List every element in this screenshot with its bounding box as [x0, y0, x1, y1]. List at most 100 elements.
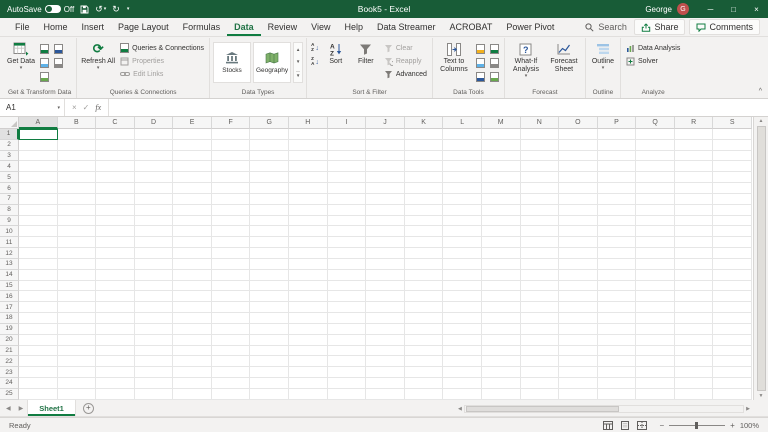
cell-N18[interactable]: [521, 313, 560, 324]
data-validation-button[interactable]: [488, 42, 501, 55]
cell-R7[interactable]: [675, 194, 714, 205]
cell-K18[interactable]: [405, 313, 444, 324]
cell-S10[interactable]: [713, 226, 752, 237]
tab-view[interactable]: View: [304, 18, 337, 36]
cell-H21[interactable]: [289, 346, 328, 357]
cell-F18[interactable]: [212, 313, 251, 324]
cell-S4[interactable]: [713, 161, 752, 172]
cell-R12[interactable]: [675, 248, 714, 259]
cell-D16[interactable]: [135, 291, 174, 302]
cell-L23[interactable]: [443, 367, 482, 378]
cell-H23[interactable]: [289, 367, 328, 378]
cell-L9[interactable]: [443, 216, 482, 227]
cell-F15[interactable]: [212, 281, 251, 292]
cell-N6[interactable]: [521, 183, 560, 194]
cell-F1[interactable]: [212, 129, 251, 140]
cell-C17[interactable]: [96, 302, 135, 313]
cell-F25[interactable]: [212, 389, 251, 400]
cell-E20[interactable]: [173, 335, 212, 346]
cell-E6[interactable]: [173, 183, 212, 194]
cell-S21[interactable]: [713, 346, 752, 357]
cell-B23[interactable]: [58, 367, 97, 378]
cell-Q23[interactable]: [636, 367, 675, 378]
cell-O7[interactable]: [559, 194, 598, 205]
cell-B5[interactable]: [58, 172, 97, 183]
sort-descending-button[interactable]: ZA↓: [310, 56, 320, 68]
cell-M9[interactable]: [482, 216, 521, 227]
cell-J4[interactable]: [366, 161, 405, 172]
cell-K13[interactable]: [405, 259, 444, 270]
cell-B22[interactable]: [58, 356, 97, 367]
cell-C9[interactable]: [96, 216, 135, 227]
cell-A22[interactable]: [19, 356, 58, 367]
cell-J16[interactable]: [366, 291, 405, 302]
cell-L15[interactable]: [443, 281, 482, 292]
queries-connections-button[interactable]: Queries & Connections: [118, 42, 206, 54]
cell-D25[interactable]: [135, 389, 174, 400]
column-header-M[interactable]: M: [482, 117, 521, 129]
cell-M15[interactable]: [482, 281, 521, 292]
cell-B19[interactable]: [58, 324, 97, 335]
cell-O24[interactable]: [559, 378, 598, 389]
cell-H1[interactable]: [289, 129, 328, 140]
name-box[interactable]: A1 ▾: [0, 99, 64, 116]
cell-N13[interactable]: [521, 259, 560, 270]
scroll-down-icon[interactable]: ▼: [759, 393, 764, 399]
cell-B13[interactable]: [58, 259, 97, 270]
cell-C22[interactable]: [96, 356, 135, 367]
cell-E1[interactable]: [173, 129, 212, 140]
cell-R23[interactable]: [675, 367, 714, 378]
cell-B10[interactable]: [58, 226, 97, 237]
cell-P9[interactable]: [598, 216, 637, 227]
cell-Q11[interactable]: [636, 237, 675, 248]
row-header-3[interactable]: 3: [0, 151, 19, 162]
cell-A14[interactable]: [19, 270, 58, 281]
cell-G3[interactable]: [250, 151, 289, 162]
cell-A12[interactable]: [19, 248, 58, 259]
cell-C6[interactable]: [96, 183, 135, 194]
cell-P2[interactable]: [598, 140, 637, 151]
cell-L20[interactable]: [443, 335, 482, 346]
cell-D23[interactable]: [135, 367, 174, 378]
cell-O25[interactable]: [559, 389, 598, 400]
cell-C14[interactable]: [96, 270, 135, 281]
cell-B9[interactable]: [58, 216, 97, 227]
cell-G18[interactable]: [250, 313, 289, 324]
cell-H12[interactable]: [289, 248, 328, 259]
cell-R1[interactable]: [675, 129, 714, 140]
row-header-11[interactable]: 11: [0, 237, 19, 248]
relationships-button[interactable]: [474, 70, 487, 83]
cell-D3[interactable]: [135, 151, 174, 162]
cell-M25[interactable]: [482, 389, 521, 400]
cell-I8[interactable]: [328, 205, 367, 216]
cell-D5[interactable]: [135, 172, 174, 183]
cell-G25[interactable]: [250, 389, 289, 400]
zoom-out-button[interactable]: −: [659, 421, 664, 430]
cell-A7[interactable]: [19, 194, 58, 205]
cell-P16[interactable]: [598, 291, 637, 302]
cell-I2[interactable]: [328, 140, 367, 151]
cell-S9[interactable]: [713, 216, 752, 227]
comments-button[interactable]: Comments: [689, 19, 760, 35]
cell-I15[interactable]: [328, 281, 367, 292]
cell-J6[interactable]: [366, 183, 405, 194]
cell-G11[interactable]: [250, 237, 289, 248]
cell-S16[interactable]: [713, 291, 752, 302]
cell-M4[interactable]: [482, 161, 521, 172]
cell-H14[interactable]: [289, 270, 328, 281]
cell-B20[interactable]: [58, 335, 97, 346]
cell-C13[interactable]: [96, 259, 135, 270]
cell-S22[interactable]: [713, 356, 752, 367]
cell-O22[interactable]: [559, 356, 598, 367]
cell-M16[interactable]: [482, 291, 521, 302]
tab-file[interactable]: File: [8, 18, 37, 36]
edit-links-button[interactable]: Edit Links: [118, 68, 206, 80]
tab-formulas[interactable]: Formulas: [176, 18, 228, 36]
cell-M14[interactable]: [482, 270, 521, 281]
prev-sheet-icon[interactable]: ◀: [2, 405, 15, 412]
cell-J8[interactable]: [366, 205, 405, 216]
cell-J24[interactable]: [366, 378, 405, 389]
cell-H6[interactable]: [289, 183, 328, 194]
cell-F19[interactable]: [212, 324, 251, 335]
reapply-filter-button[interactable]: Reapply: [382, 55, 429, 67]
